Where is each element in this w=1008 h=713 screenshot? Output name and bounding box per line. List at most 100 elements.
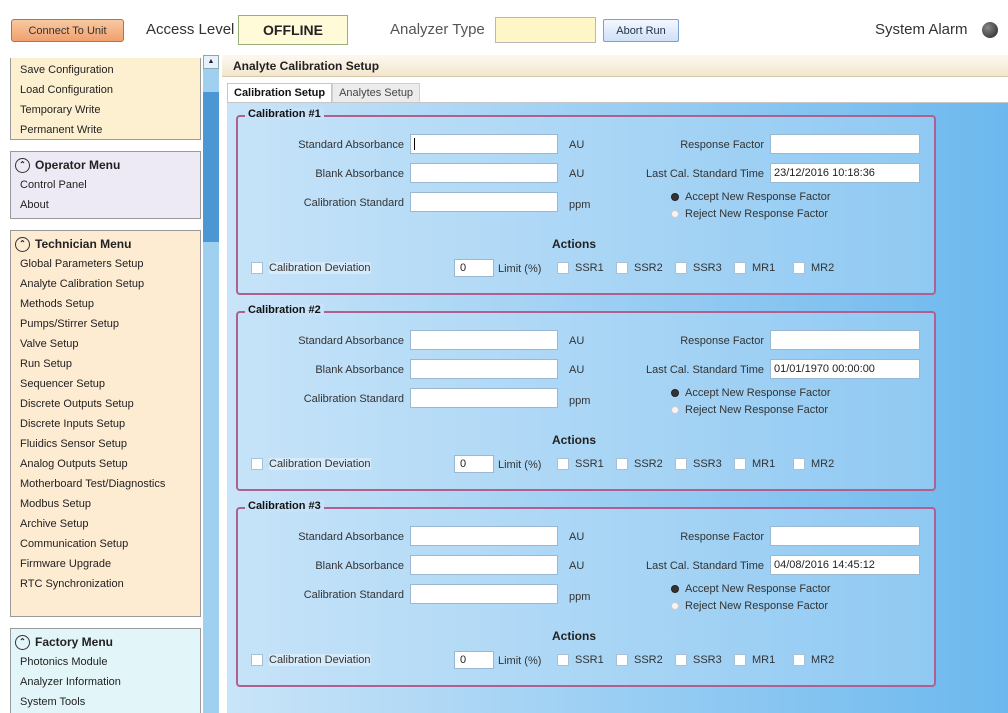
mr1-checkbox[interactable]: MR1 <box>734 458 775 470</box>
response-factor-input[interactable] <box>770 526 920 546</box>
calibration-standard-label: Calibration Standard <box>303 393 404 405</box>
sidebar-item-save-configuration[interactable]: Save Configuration <box>11 60 200 80</box>
radio-unselected-icon <box>671 406 679 414</box>
calibration-standard-label: Calibration Standard <box>303 197 404 209</box>
sidebar-item-methods-setup[interactable]: Methods Setup <box>11 294 200 314</box>
main-panel: Analyte Calibration Setup Calibration Se… <box>222 55 1008 713</box>
limit-label: Limit (%) <box>498 655 542 667</box>
response-factor-input[interactable] <box>770 134 920 154</box>
access-level-label: Access Level <box>146 21 235 38</box>
accept-response-factor-radio[interactable]: Accept New Response Factor <box>671 191 831 203</box>
limit-input[interactable]: 0 <box>454 259 494 277</box>
radio-unselected-icon <box>671 210 679 218</box>
calibration-title: Calibration #1 <box>245 108 324 120</box>
checkbox-icon <box>616 458 628 470</box>
sidebar-item-rtc-synchronization[interactable]: RTC Synchronization <box>11 574 200 594</box>
calibration-deviation-checkbox[interactable]: Calibration Deviation <box>251 262 371 274</box>
checkbox-icon <box>793 262 805 274</box>
blank-absorbance-input[interactable] <box>410 359 558 379</box>
standard-absorbance-label: Standard Absorbance <box>298 139 404 151</box>
mr2-checkbox[interactable]: MR2 <box>793 458 834 470</box>
technician-menu-header[interactable]: ⌃ Technician Menu <box>11 234 200 254</box>
sidebar-item-sequencer-setup[interactable]: Sequencer Setup <box>11 374 200 394</box>
sidebar-item-permanent-write[interactable]: Permanent Write <box>11 120 200 140</box>
mr1-checkbox[interactable]: MR1 <box>734 262 775 274</box>
accept-response-factor-radio[interactable]: Accept New Response Factor <box>671 387 831 399</box>
chevron-up-icon[interactable]: ⌃ <box>15 157 30 173</box>
blank-absorbance-label: Blank Absorbance <box>315 364 404 376</box>
sidebar-item-control-panel[interactable]: Control Panel <box>11 175 200 195</box>
ssr1-checkbox[interactable]: SSR1 <box>557 654 604 666</box>
checkbox-icon <box>251 654 263 666</box>
sidebar-item-discrete-inputs-setup[interactable]: Discrete Inputs Setup <box>11 414 200 434</box>
radio-selected-icon <box>671 389 679 397</box>
sidebar-item-analyzer-information[interactable]: Analyzer Information <box>11 672 200 692</box>
ssr3-checkbox[interactable]: SSR3 <box>675 654 722 666</box>
reject-response-factor-radio[interactable]: Reject New Response Factor <box>671 208 828 220</box>
alarm-led-icon <box>982 22 998 38</box>
scroll-up-icon[interactable]: ▲ <box>203 55 219 69</box>
blank-absorbance-input[interactable] <box>410 555 558 575</box>
ssr3-checkbox[interactable]: SSR3 <box>675 262 722 274</box>
blank-absorbance-label: Blank Absorbance <box>315 168 404 180</box>
sidebar-item-discrete-outputs-setup[interactable]: Discrete Outputs Setup <box>11 394 200 414</box>
reject-response-factor-radio[interactable]: Reject New Response Factor <box>671 404 828 416</box>
sidebar-item-temporary-write[interactable]: Temporary Write <box>11 100 200 120</box>
tab-calibration-setup[interactable]: Calibration Setup <box>227 83 333 102</box>
sidebar-item-system-tools[interactable]: System Tools <box>11 692 200 712</box>
calibration-deviation-checkbox[interactable]: Calibration Deviation <box>251 654 371 666</box>
radio-selected-icon <box>671 193 679 201</box>
ssr2-checkbox[interactable]: SSR2 <box>616 654 663 666</box>
standard-absorbance-input[interactable] <box>410 330 558 350</box>
ssr2-checkbox[interactable]: SSR2 <box>616 458 663 470</box>
factory-menu-header[interactable]: ⌃ Factory Menu <box>11 632 200 652</box>
standard-absorbance-input[interactable] <box>410 526 558 546</box>
sidebar-item-fluidics-sensor-setup[interactable]: Fluidics Sensor Setup <box>11 434 200 454</box>
mr1-checkbox[interactable]: MR1 <box>734 654 775 666</box>
operator-menu-group: ⌃ Operator Menu Control Panel About <box>10 151 201 219</box>
sidebar-item-about[interactable]: About <box>11 195 200 215</box>
text-caret <box>414 138 415 151</box>
ssr1-checkbox[interactable]: SSR1 <box>557 262 604 274</box>
calibration-group: Calibration #2 Standard Absorbance AU Bl… <box>236 304 936 491</box>
sidebar-item-archive-setup[interactable]: Archive Setup <box>11 514 200 534</box>
response-factor-input[interactable] <box>770 330 920 350</box>
sidebar-item-valve-setup[interactable]: Valve Setup <box>11 334 200 354</box>
standard-absorbance-input[interactable] <box>410 134 558 154</box>
sidebar-item-communication-setup[interactable]: Communication Setup <box>11 534 200 554</box>
tab-analytes-setup[interactable]: Analytes Setup <box>332 83 421 102</box>
ssr3-checkbox[interactable]: SSR3 <box>675 458 722 470</box>
ssr2-checkbox[interactable]: SSR2 <box>616 262 663 274</box>
sidebar-item-analog-outputs-setup[interactable]: Analog Outputs Setup <box>11 454 200 474</box>
file-menu-group: Save Configuration Load Configuration Te… <box>10 58 201 140</box>
chevron-up-icon[interactable]: ⌃ <box>15 236 30 252</box>
sidebar-item-photonics-module[interactable]: Photonics Module <box>11 652 200 672</box>
accept-response-factor-radio[interactable]: Accept New Response Factor <box>671 583 831 595</box>
sidebar-item-load-configuration[interactable]: Load Configuration <box>11 80 200 100</box>
sidebar-item-modbus-setup[interactable]: Modbus Setup <box>11 494 200 514</box>
limit-input[interactable]: 0 <box>454 651 494 669</box>
calibration-standard-input[interactable] <box>410 584 558 604</box>
connect-to-unit-button[interactable]: Connect To Unit <box>11 19 124 42</box>
mr2-checkbox[interactable]: MR2 <box>793 262 834 274</box>
unit-au: AU <box>569 531 585 543</box>
limit-input[interactable]: 0 <box>454 455 494 473</box>
operator-menu-header[interactable]: ⌃ Operator Menu <box>11 155 200 175</box>
sidebar-item-global-parameters-setup[interactable]: Global Parameters Setup <box>11 254 200 274</box>
checkbox-icon <box>675 458 687 470</box>
sidebar-item-firmware-upgrade[interactable]: Firmware Upgrade <box>11 554 200 574</box>
calibration-standard-input[interactable] <box>410 192 558 212</box>
mr2-checkbox[interactable]: MR2 <box>793 654 834 666</box>
sidebar-item-analyte-calibration-setup[interactable]: Analyte Calibration Setup <box>11 274 200 294</box>
calibration-standard-input[interactable] <box>410 388 558 408</box>
ssr1-checkbox[interactable]: SSR1 <box>557 458 604 470</box>
scrollbar-thumb[interactable] <box>203 92 219 242</box>
sidebar-item-run-setup[interactable]: Run Setup <box>11 354 200 374</box>
abort-run-button[interactable]: Abort Run <box>603 19 679 42</box>
reject-response-factor-radio[interactable]: Reject New Response Factor <box>671 600 828 612</box>
calibration-deviation-checkbox[interactable]: Calibration Deviation <box>251 458 371 470</box>
blank-absorbance-input[interactable] <box>410 163 558 183</box>
sidebar-item-pumps-stirrer-setup[interactable]: Pumps/Stirrer Setup <box>11 314 200 334</box>
chevron-up-icon[interactable]: ⌃ <box>15 634 30 650</box>
sidebar-item-motherboard-test[interactable]: Motherboard Test/Diagnostics <box>11 474 200 494</box>
